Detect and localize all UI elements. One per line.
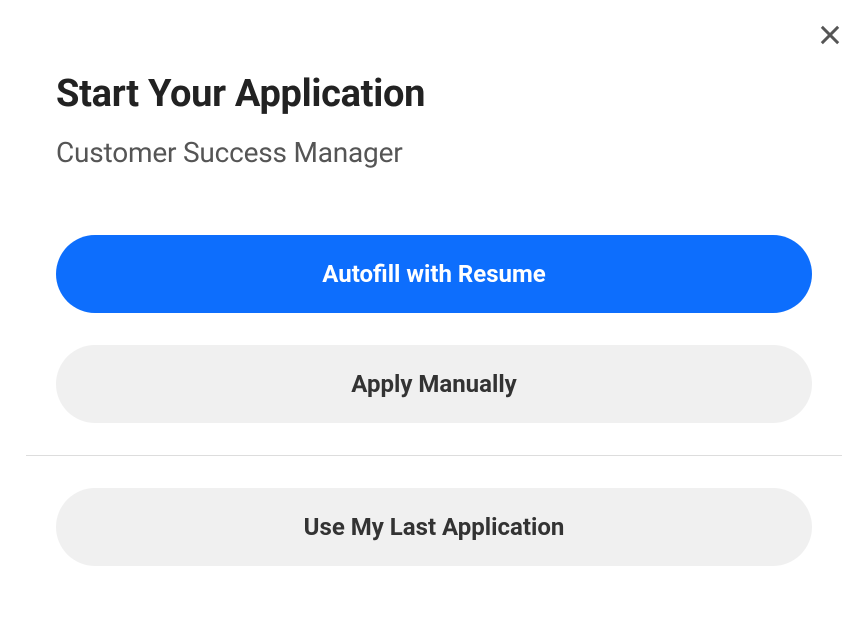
- divider: [26, 455, 842, 456]
- modal-subtitle: Customer Success Manager: [56, 136, 812, 169]
- close-icon: [816, 21, 844, 52]
- modal-title: Start Your Application: [56, 72, 812, 116]
- close-button[interactable]: [814, 20, 846, 52]
- use-last-application-button[interactable]: Use My Last Application: [56, 488, 812, 566]
- modal-content: Start Your Application Customer Success …: [0, 0, 868, 566]
- apply-manually-button[interactable]: Apply Manually: [56, 345, 812, 423]
- autofill-resume-button[interactable]: Autofill with Resume: [56, 235, 812, 313]
